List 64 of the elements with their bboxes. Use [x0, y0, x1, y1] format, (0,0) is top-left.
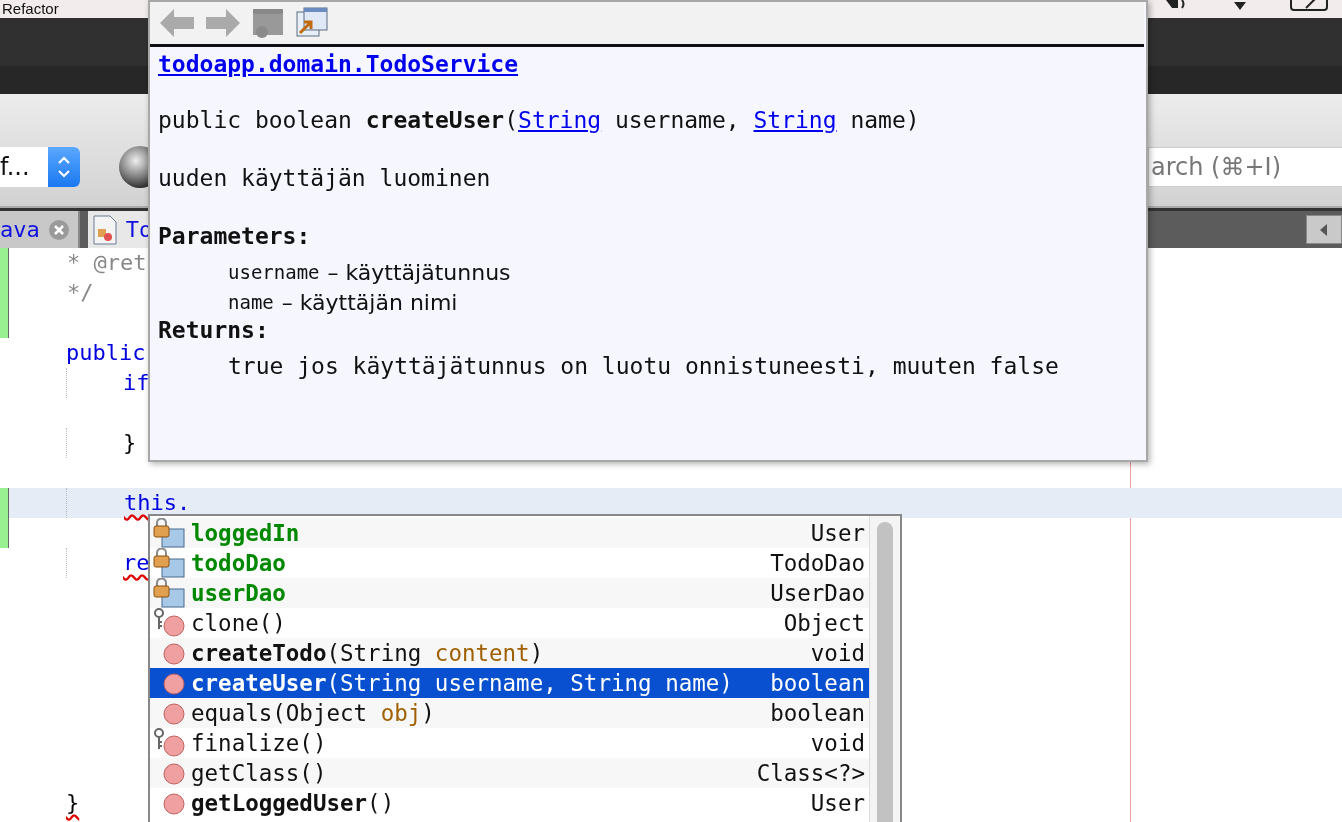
completion-item[interactable]: createTodo(String content) void [150, 638, 869, 668]
completion-item[interactable]: loggedIn User [150, 518, 869, 548]
locked-field-icon [153, 548, 187, 578]
code-text: re [123, 550, 150, 576]
code-text: */ [67, 280, 94, 306]
type-link[interactable]: String [518, 107, 602, 133]
stepper-icon [56, 154, 72, 180]
editor-tab[interactable]: ava [0, 211, 80, 248]
code-text: * @ret [67, 250, 147, 276]
parameter-name: username [228, 261, 320, 283]
forward-arrow-icon[interactable] [206, 9, 240, 37]
completion-signature: userDao [191, 580, 286, 606]
back-arrow-icon[interactable] [160, 9, 194, 37]
completion-signature: loggedIn [191, 520, 300, 546]
returns-heading: Returns: [158, 317, 270, 343]
completion-signature: todoDao [191, 550, 286, 576]
completion-signature: clone() [191, 610, 286, 636]
return-type: User [810, 520, 865, 546]
close-icon[interactable] [47, 218, 70, 241]
key-method-icon [153, 608, 187, 638]
class-link[interactable]: todoapp.domain.TodoService [158, 51, 519, 77]
return-type: TodoDao [770, 550, 865, 576]
type-link[interactable]: String [753, 107, 837, 133]
combo-box[interactable]: f... [0, 147, 80, 187]
return-type: Object [783, 610, 865, 636]
locked-field-icon [153, 518, 187, 548]
open-window-icon[interactable] [296, 7, 328, 39]
left-arrow-icon [1320, 223, 1328, 236]
completion-signature: getLoggedUser() [191, 790, 395, 816]
completion-item[interactable]: userDao UserDao [150, 578, 869, 608]
scroll-left-button[interactable] [1306, 215, 1342, 244]
parameter-name: name [228, 291, 274, 313]
return-type: void [810, 640, 865, 666]
return-type: boolean [770, 670, 865, 696]
completion-item[interactable]: createUser(String username, String name) boolean [150, 668, 869, 698]
file-icon [91, 214, 118, 245]
parameter-description: – käyttäjän nimi [281, 289, 458, 315]
return-type: boolean [770, 700, 865, 726]
search-field[interactable]: arch (⌘+I) [1148, 147, 1342, 187]
completion-signature: createUser(String username, String name) [191, 670, 733, 696]
menu-item[interactable]: Refactor [2, 0, 59, 18]
completion-signature: createTodo(String content) [191, 640, 544, 666]
completion-signature: finalize() [191, 730, 327, 756]
code-text: this. [124, 490, 191, 516]
returns-text: true jos käyttäjätunnus on luotu onnistuneesti, muuten false [228, 353, 1060, 379]
scrollbar-thumb[interactable] [877, 522, 893, 822]
return-type: UserDao [770, 580, 865, 606]
return-type: User [810, 790, 865, 816]
completion-signature: getClass() [191, 760, 327, 786]
return-type: void [810, 730, 865, 756]
completion-item[interactable]: getClass() Class<?> [150, 758, 869, 788]
return-type: Class<?> [756, 760, 865, 786]
window-icon[interactable] [252, 8, 284, 38]
code-text: } [123, 430, 137, 456]
locked-field-icon [153, 578, 187, 608]
code-text: public [66, 340, 146, 366]
completion-signature: equals(Object obj) [191, 700, 435, 726]
parameter-description: – käyttäjätunnus [327, 259, 511, 285]
description-text: uuden käyttäjän luominen [158, 165, 492, 191]
code-text: } [66, 790, 80, 816]
completion-item[interactable]: equals(Object obj) boolean [150, 698, 869, 728]
key-method-icon [153, 728, 187, 758]
method-signature: public boolean createUser(String username, String name) [158, 107, 921, 133]
code-text: if [123, 370, 150, 396]
